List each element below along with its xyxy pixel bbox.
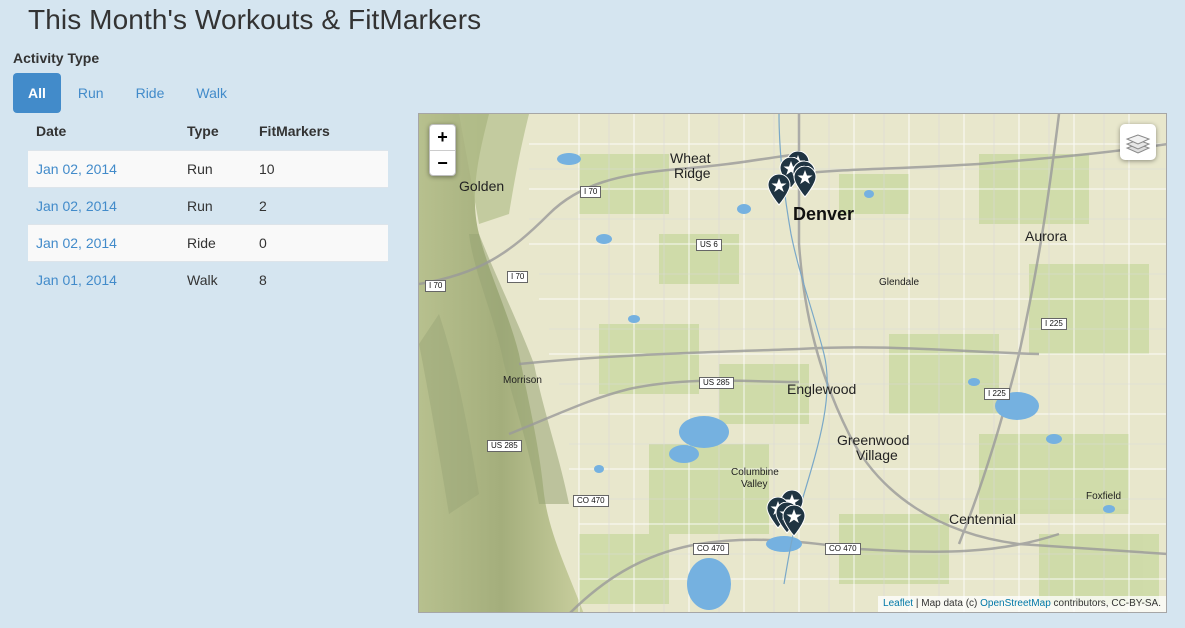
table-row: Jan 02, 2014 Run 2 xyxy=(28,186,388,224)
map-label-greenwood-2: Village xyxy=(856,447,898,463)
road-shield: I 225 xyxy=(1041,318,1067,330)
workout-fitmarkers: 2 xyxy=(251,186,388,224)
table-row: Jan 01, 2014 Walk 8 xyxy=(28,260,388,298)
map-label-glendale: Glendale xyxy=(879,277,920,288)
map-attribution: Leaflet | Map data (c) OpenStreetMap con… xyxy=(878,596,1166,612)
map-label-columbine-2: Valley xyxy=(741,479,768,490)
star-marker-icon[interactable] xyxy=(767,174,791,206)
map-label-englewood: Englewood xyxy=(787,381,857,397)
activity-type-pills: All Run Ride Walk xyxy=(13,73,244,113)
workout-date-link[interactable]: Jan 01, 2014 xyxy=(36,272,117,288)
map-label-aurora: Aurora xyxy=(1025,228,1068,244)
road-shield: I 225 xyxy=(984,388,1010,400)
leaflet-link[interactable]: Leaflet xyxy=(883,598,913,609)
table-header-row: Date Type FitMarkers xyxy=(28,113,388,150)
osm-link[interactable]: OpenStreetMap xyxy=(980,598,1051,609)
map-label-columbine-1: Columbine xyxy=(731,467,779,478)
page-title: This Month's Workouts & FitMarkers xyxy=(28,4,482,35)
map-label-foxfield: Foxfield xyxy=(1086,491,1122,502)
road-shield: I 70 xyxy=(580,186,602,198)
zoom-control: + − xyxy=(429,124,456,176)
zoom-in-button[interactable]: + xyxy=(430,125,455,150)
zoom-out-button[interactable]: − xyxy=(430,150,455,175)
workout-date-link[interactable]: Jan 02, 2014 xyxy=(36,161,117,177)
workout-fitmarkers: 10 xyxy=(251,149,388,187)
map-label-wheat-ridge-1: Wheat xyxy=(670,150,711,166)
activity-type-label: Activity Type xyxy=(13,50,100,66)
layers-button[interactable] xyxy=(1120,124,1156,160)
workout-date-link[interactable]: Jan 02, 2014 xyxy=(36,198,117,214)
star-marker-icon[interactable] xyxy=(782,505,806,537)
pill-ride[interactable]: Ride xyxy=(121,73,180,113)
header-type: Type xyxy=(187,123,219,140)
workout-fitmarkers: 0 xyxy=(251,223,388,261)
table-row: Jan 02, 2014 Ride 0 xyxy=(28,223,388,261)
workout-type: Ride xyxy=(179,223,251,261)
map-label-golden: Golden xyxy=(459,178,505,194)
workout-type: Run xyxy=(179,149,251,187)
workout-type: Walk xyxy=(179,260,251,298)
attribution-text: | Map data (c) xyxy=(913,598,981,609)
pill-run[interactable]: Run xyxy=(63,73,119,113)
road-shield: US 285 xyxy=(487,440,522,452)
table-row: Jan 02, 2014 Run 10 xyxy=(28,149,388,187)
road-shield: I 70 xyxy=(507,271,529,283)
pill-walk[interactable]: Walk xyxy=(181,73,242,113)
map-label-centennial: Centennial xyxy=(949,511,1016,527)
workout-fitmarkers: 8 xyxy=(251,260,388,298)
header-date: Date xyxy=(36,123,67,140)
workout-type: Run xyxy=(179,186,251,224)
star-marker-icon[interactable] xyxy=(793,166,817,198)
road-shield: US 6 xyxy=(696,239,722,251)
workout-map[interactable]: Golden Wheat Ridge Denver Aurora Glendal… xyxy=(418,113,1167,613)
map-label-denver: Denver xyxy=(793,204,855,224)
workout-date-link[interactable]: Jan 02, 2014 xyxy=(36,235,117,251)
road-shield: CO 470 xyxy=(573,495,609,507)
header-fitmarkers: FitMarkers xyxy=(259,123,330,140)
map-label-greenwood-1: Greenwood xyxy=(837,432,910,448)
road-shield: CO 470 xyxy=(693,543,729,555)
pill-all[interactable]: All xyxy=(13,73,61,113)
attribution-license: contributors, CC-BY-SA. xyxy=(1050,598,1161,609)
map-label-wheat-ridge-2: Ridge xyxy=(674,165,711,181)
road-shield: CO 470 xyxy=(825,543,861,555)
layers-icon xyxy=(1125,134,1151,154)
workouts-table: Date Type FitMarkers Jan 02, 2014 Run 10… xyxy=(28,113,388,298)
road-shield: US 285 xyxy=(699,377,734,389)
road-shield: I 70 xyxy=(425,280,447,292)
map-label-morrison: Morrison xyxy=(503,375,542,386)
